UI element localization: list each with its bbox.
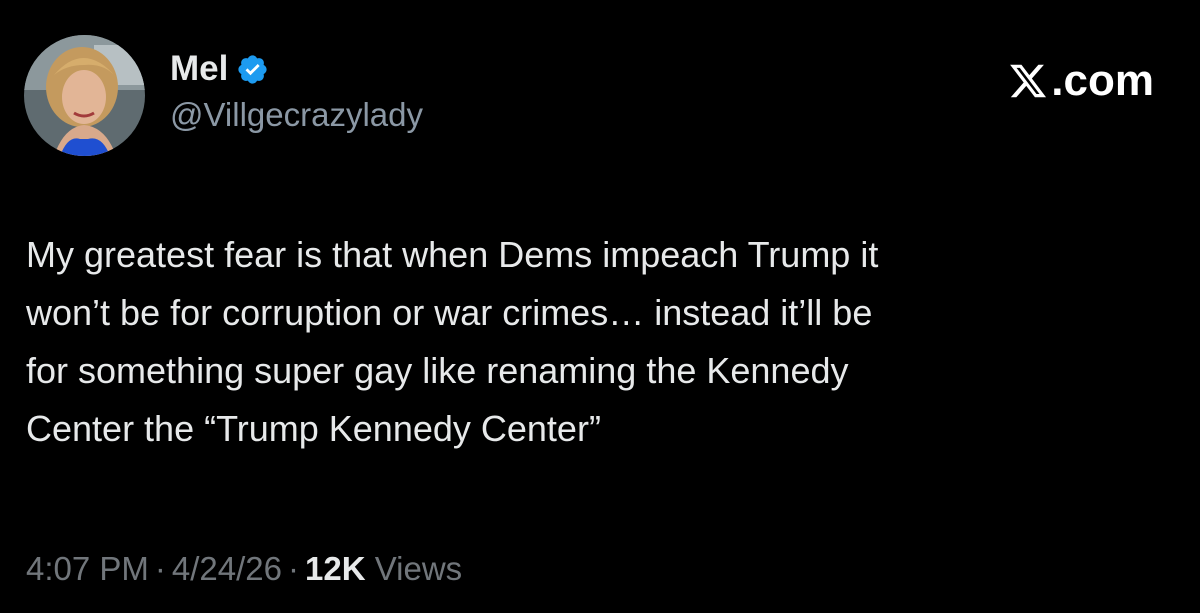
brand-watermark: . com <box>1008 56 1154 106</box>
x-logo-icon <box>1008 61 1048 101</box>
tweet-line: for something super gay like renaming th… <box>26 350 849 391</box>
tweet-line: won’t be for corruption or war crimes… i… <box>26 292 873 333</box>
tweet-meta: 4:07 PM · 4/24/26 · 12K Views <box>26 546 462 592</box>
tweet-line: Center the “Trump Kennedy Center” <box>26 408 601 449</box>
avatar[interactable] <box>24 35 145 156</box>
tweet-date[interactable]: 4/24/26 <box>172 550 282 587</box>
tweet-text: My greatest fear is that when Dems impea… <box>26 226 1166 458</box>
meta-separator: · <box>154 550 166 587</box>
avatar-image <box>24 35 145 156</box>
brand-text: com <box>1063 56 1154 105</box>
tweet-line: My greatest fear is that when Dems impea… <box>26 234 879 275</box>
handle[interactable]: @Villgecrazylady <box>170 94 423 136</box>
name-row: Mel <box>170 48 423 90</box>
author-info: Mel @Villgecrazylady <box>170 48 423 136</box>
verified-badge-icon[interactable] <box>236 53 269 86</box>
tweet-time[interactable]: 4:07 PM <box>26 550 149 587</box>
views-count: 12K <box>305 550 366 587</box>
brand-separator: . <box>1051 56 1064 105</box>
tweet-card: Mel @Villgecrazylady . com My greatest f… <box>0 0 1200 613</box>
views-label: Views <box>374 550 463 587</box>
meta-separator: · <box>288 550 300 587</box>
display-name[interactable]: Mel <box>170 48 228 90</box>
